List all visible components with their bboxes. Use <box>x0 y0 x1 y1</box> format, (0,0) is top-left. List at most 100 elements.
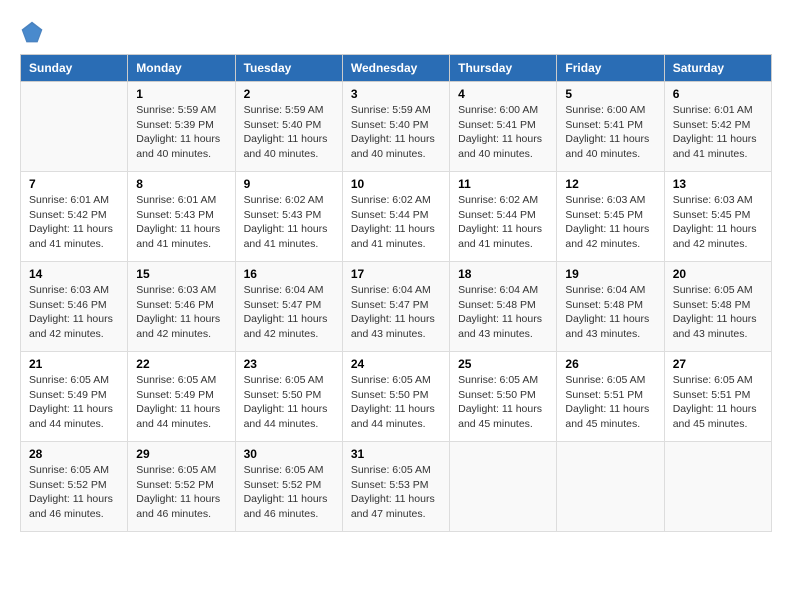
calendar-table: SundayMondayTuesdayWednesdayThursdayFrid… <box>20 54 772 532</box>
day-info: Sunrise: 6:05 AM Sunset: 5:48 PM Dayligh… <box>673 283 763 342</box>
day-info: Sunrise: 6:03 AM Sunset: 5:46 PM Dayligh… <box>29 283 119 342</box>
header-tuesday: Tuesday <box>235 55 342 82</box>
day-number: 6 <box>673 87 763 101</box>
day-number: 5 <box>565 87 655 101</box>
day-number: 13 <box>673 177 763 191</box>
calendar-cell: 30Sunrise: 6:05 AM Sunset: 5:52 PM Dayli… <box>235 442 342 532</box>
day-number: 7 <box>29 177 119 191</box>
calendar-cell: 1 Sunrise: 5:59 AM Sunset: 5:39 PM Daylig… <box>128 82 235 172</box>
day-info: Sunrise: 5:59 AM Sunset: 5:40 PM Dayligh… <box>351 103 441 162</box>
calendar-cell: 12Sunrise: 6:03 AM Sunset: 5:45 PM Dayli… <box>557 172 664 262</box>
calendar-cell: 25Sunrise: 6:05 AM Sunset: 5:50 PM Dayli… <box>450 352 557 442</box>
calendar-cell: 22Sunrise: 6:05 AM Sunset: 5:49 PM Dayli… <box>128 352 235 442</box>
header-sunday: Sunday <box>21 55 128 82</box>
day-info: Sunrise: 5:59 AM Sunset: 5:39 PM Dayligh… <box>136 103 226 162</box>
header-thursday: Thursday <box>450 55 557 82</box>
day-info: Sunrise: 6:05 AM Sunset: 5:52 PM Dayligh… <box>29 463 119 522</box>
day-number: 3 <box>351 87 441 101</box>
calendar-cell: 17Sunrise: 6:04 AM Sunset: 5:47 PM Dayli… <box>342 262 449 352</box>
calendar-cell: 7 Sunrise: 6:01 AM Sunset: 5:42 PM Daylig… <box>21 172 128 262</box>
day-number: 12 <box>565 177 655 191</box>
day-number: 15 <box>136 267 226 281</box>
calendar-cell: 6Sunrise: 6:01 AM Sunset: 5:42 PM Daylig… <box>664 82 771 172</box>
day-info: Sunrise: 6:00 AM Sunset: 5:41 PM Dayligh… <box>565 103 655 162</box>
calendar-cell: 27 Sunrise: 6:05 AM Sunset: 5:51 PM Dayli… <box>664 352 771 442</box>
day-number: 9 <box>244 177 334 191</box>
day-number: 16 <box>244 267 334 281</box>
calendar-cell: 2 Sunrise: 5:59 AM Sunset: 5:40 PM Daylig… <box>235 82 342 172</box>
header-row: SundayMondayTuesdayWednesdayThursdayFrid… <box>21 55 772 82</box>
calendar-cell: 4 Sunrise: 6:00 AM Sunset: 5:41 PM Daylig… <box>450 82 557 172</box>
calendar-cell <box>664 442 771 532</box>
calendar-cell: 9 Sunrise: 6:02 AM Sunset: 5:43 PM Daylig… <box>235 172 342 262</box>
calendar-cell: 18 Sunrise: 6:04 AM Sunset: 5:48 PM Dayli… <box>450 262 557 352</box>
day-info: Sunrise: 6:04 AM Sunset: 5:47 PM Dayligh… <box>244 283 334 342</box>
week-row-4: 21 Sunrise: 6:05 AM Sunset: 5:49 PM Dayli… <box>21 352 772 442</box>
day-info: Sunrise: 6:05 AM Sunset: 5:50 PM Dayligh… <box>244 373 334 432</box>
calendar-cell: 15 Sunrise: 6:03 AM Sunset: 5:46 PM Dayli… <box>128 262 235 352</box>
day-number: 11 <box>458 177 548 191</box>
day-number: 8 <box>136 177 226 191</box>
calendar-cell <box>450 442 557 532</box>
header-monday: Monday <box>128 55 235 82</box>
calendar-cell: 19 Sunrise: 6:04 AM Sunset: 5:48 PM Dayli… <box>557 262 664 352</box>
day-number: 29 <box>136 447 226 461</box>
day-number: 10 <box>351 177 441 191</box>
day-number: 18 <box>458 267 548 281</box>
day-info: Sunrise: 6:05 AM Sunset: 5:50 PM Dayligh… <box>458 373 548 432</box>
calendar-cell: 29 Sunrise: 6:05 AM Sunset: 5:52 PM Dayli… <box>128 442 235 532</box>
day-info: Sunrise: 6:05 AM Sunset: 5:50 PM Dayligh… <box>351 373 441 432</box>
day-info: Sunrise: 6:05 AM Sunset: 5:53 PM Dayligh… <box>351 463 441 522</box>
calendar-cell: 20 Sunrise: 6:05 AM Sunset: 5:48 PM Dayli… <box>664 262 771 352</box>
week-row-3: 14 Sunrise: 6:03 AM Sunset: 5:46 PM Dayli… <box>21 262 772 352</box>
day-info: Sunrise: 6:04 AM Sunset: 5:48 PM Dayligh… <box>458 283 548 342</box>
calendar-cell: 23 Sunrise: 6:05 AM Sunset: 5:50 PM Dayli… <box>235 352 342 442</box>
day-number: 20 <box>673 267 763 281</box>
calendar-cell <box>21 82 128 172</box>
day-number: 23 <box>244 357 334 371</box>
day-number: 1 <box>136 87 226 101</box>
calendar-cell: 28 Sunrise: 6:05 AM Sunset: 5:52 PM Dayli… <box>21 442 128 532</box>
calendar-body: 1 Sunrise: 5:59 AM Sunset: 5:39 PM Daylig… <box>21 82 772 532</box>
day-number: 26 <box>565 357 655 371</box>
day-info: Sunrise: 6:05 AM Sunset: 5:49 PM Dayligh… <box>136 373 226 432</box>
day-number: 19 <box>565 267 655 281</box>
calendar-cell: 24 Sunrise: 6:05 AM Sunset: 5:50 PM Dayli… <box>342 352 449 442</box>
calendar-cell: 8 Sunrise: 6:01 AM Sunset: 5:43 PM Daylig… <box>128 172 235 262</box>
day-info: Sunrise: 6:05 AM Sunset: 5:51 PM Dayligh… <box>673 373 763 432</box>
day-info: Sunrise: 6:02 AM Sunset: 5:43 PM Dayligh… <box>244 193 334 252</box>
header-friday: Friday <box>557 55 664 82</box>
header-saturday: Saturday <box>664 55 771 82</box>
day-number: 27 <box>673 357 763 371</box>
day-info: Sunrise: 6:05 AM Sunset: 5:52 PM Dayligh… <box>244 463 334 522</box>
day-info: Sunrise: 6:02 AM Sunset: 5:44 PM Dayligh… <box>351 193 441 252</box>
day-info: Sunrise: 6:02 AM Sunset: 5:44 PM Dayligh… <box>458 193 548 252</box>
day-info: Sunrise: 6:04 AM Sunset: 5:48 PM Dayligh… <box>565 283 655 342</box>
day-info: Sunrise: 5:59 AM Sunset: 5:40 PM Dayligh… <box>244 103 334 162</box>
calendar-cell: 21 Sunrise: 6:05 AM Sunset: 5:49 PM Dayli… <box>21 352 128 442</box>
day-info: Sunrise: 6:01 AM Sunset: 5:43 PM Dayligh… <box>136 193 226 252</box>
calendar-cell: 13 Sunrise: 6:03 AM Sunset: 5:45 PM Dayli… <box>664 172 771 262</box>
week-row-5: 28 Sunrise: 6:05 AM Sunset: 5:52 PM Dayli… <box>21 442 772 532</box>
day-number: 4 <box>458 87 548 101</box>
week-row-2: 7 Sunrise: 6:01 AM Sunset: 5:42 PM Daylig… <box>21 172 772 262</box>
day-info: Sunrise: 6:03 AM Sunset: 5:46 PM Dayligh… <box>136 283 226 342</box>
day-number: 14 <box>29 267 119 281</box>
calendar-cell: 3 Sunrise: 5:59 AM Sunset: 5:40 PM Daylig… <box>342 82 449 172</box>
day-info: Sunrise: 6:05 AM Sunset: 5:49 PM Dayligh… <box>29 373 119 432</box>
logo <box>20 20 48 44</box>
day-info: Sunrise: 6:03 AM Sunset: 5:45 PM Dayligh… <box>673 193 763 252</box>
day-info: Sunrise: 6:01 AM Sunset: 5:42 PM Dayligh… <box>29 193 119 252</box>
logo-icon <box>20 20 44 44</box>
day-number: 24 <box>351 357 441 371</box>
calendar-cell: 5 Sunrise: 6:00 AM Sunset: 5:41 PM Daylig… <box>557 82 664 172</box>
day-info: Sunrise: 6:05 AM Sunset: 5:52 PM Dayligh… <box>136 463 226 522</box>
calendar-header: SundayMondayTuesdayWednesdayThursdayFrid… <box>21 55 772 82</box>
page-header <box>20 20 772 44</box>
day-number: 2 <box>244 87 334 101</box>
day-info: Sunrise: 6:00 AM Sunset: 5:41 PM Dayligh… <box>458 103 548 162</box>
header-wednesday: Wednesday <box>342 55 449 82</box>
calendar-cell <box>557 442 664 532</box>
day-number: 21 <box>29 357 119 371</box>
day-number: 28 <box>29 447 119 461</box>
